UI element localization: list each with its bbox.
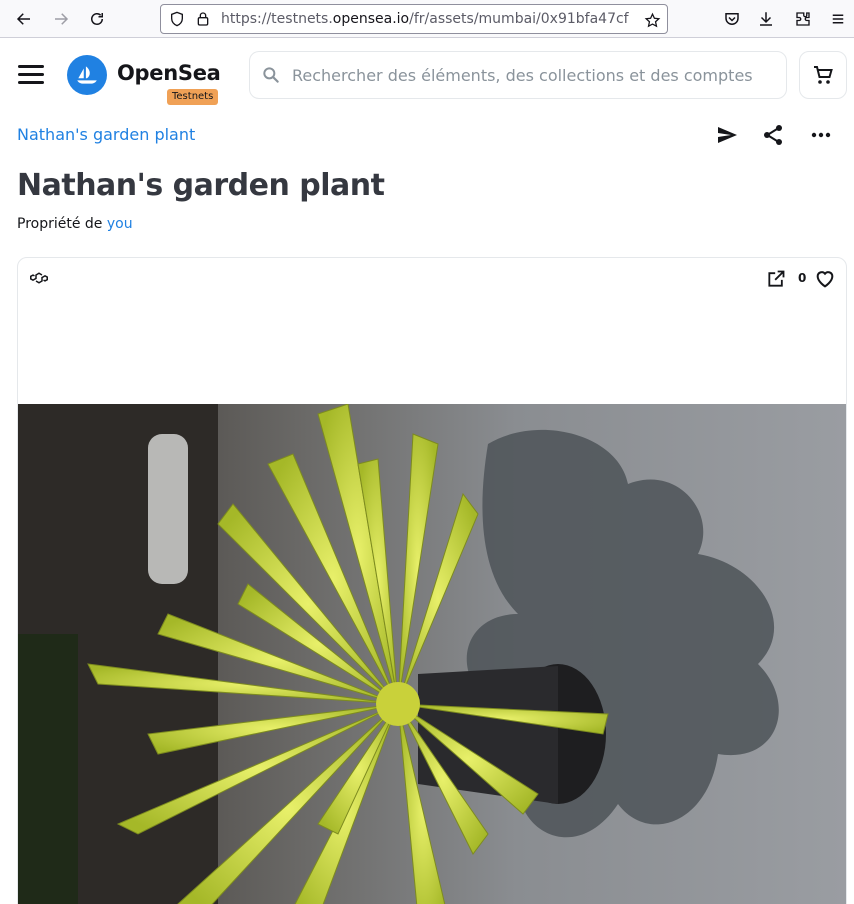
download-icon[interactable] bbox=[753, 6, 779, 32]
search-input[interactable] bbox=[292, 60, 772, 90]
search-icon bbox=[260, 64, 282, 86]
hamburger-menu-button[interactable] bbox=[18, 65, 44, 85]
heart-icon[interactable] bbox=[814, 268, 836, 290]
external-link-icon[interactable] bbox=[766, 269, 786, 289]
lock-icon[interactable] bbox=[193, 9, 213, 29]
share-icon[interactable] bbox=[760, 122, 786, 148]
forward-icon[interactable] bbox=[48, 6, 74, 32]
collection-link[interactable]: Nathan's garden plant bbox=[17, 125, 195, 144]
asset-media-card: 0 bbox=[17, 257, 847, 904]
reload-icon[interactable] bbox=[84, 6, 110, 32]
star-icon[interactable] bbox=[641, 9, 663, 31]
site-header: OpenSea Testnets bbox=[0, 39, 854, 113]
favorite-count: 0 bbox=[798, 271, 807, 285]
card-header: 0 bbox=[18, 258, 846, 302]
polygon-chain-icon[interactable] bbox=[30, 269, 48, 287]
cart-button[interactable] bbox=[799, 51, 847, 99]
cart-icon bbox=[814, 66, 833, 84]
url-bar[interactable]: https://testnets.opensea.io/fr/assets/mu… bbox=[160, 4, 668, 34]
page-title: Nathan's garden plant bbox=[17, 168, 385, 203]
brand-name[interactable]: OpenSea bbox=[117, 61, 221, 85]
asset-image[interactable] bbox=[18, 404, 846, 904]
browser-toolbar: https://testnets.opensea.io/fr/assets/mu… bbox=[0, 0, 854, 38]
extensions-icon[interactable] bbox=[790, 6, 816, 32]
search-bar[interactable] bbox=[249, 51, 787, 99]
asset-actions bbox=[714, 122, 834, 148]
owner-label: Propriété de bbox=[17, 216, 103, 232]
url-text[interactable]: https://testnets.opensea.io/fr/assets/mu… bbox=[221, 11, 629, 27]
plant-photo bbox=[18, 404, 846, 904]
menu-icon[interactable] bbox=[825, 6, 851, 32]
owner-line: Propriété de you bbox=[17, 216, 133, 232]
shield-icon[interactable] bbox=[167, 9, 187, 29]
owner-link[interactable]: you bbox=[107, 216, 133, 232]
testnets-badge: Testnets bbox=[167, 89, 219, 105]
send-icon[interactable] bbox=[714, 122, 740, 148]
opensea-logo[interactable] bbox=[67, 55, 107, 95]
pocket-icon[interactable] bbox=[719, 6, 745, 32]
more-icon[interactable] bbox=[808, 122, 834, 148]
back-icon[interactable] bbox=[11, 6, 37, 32]
